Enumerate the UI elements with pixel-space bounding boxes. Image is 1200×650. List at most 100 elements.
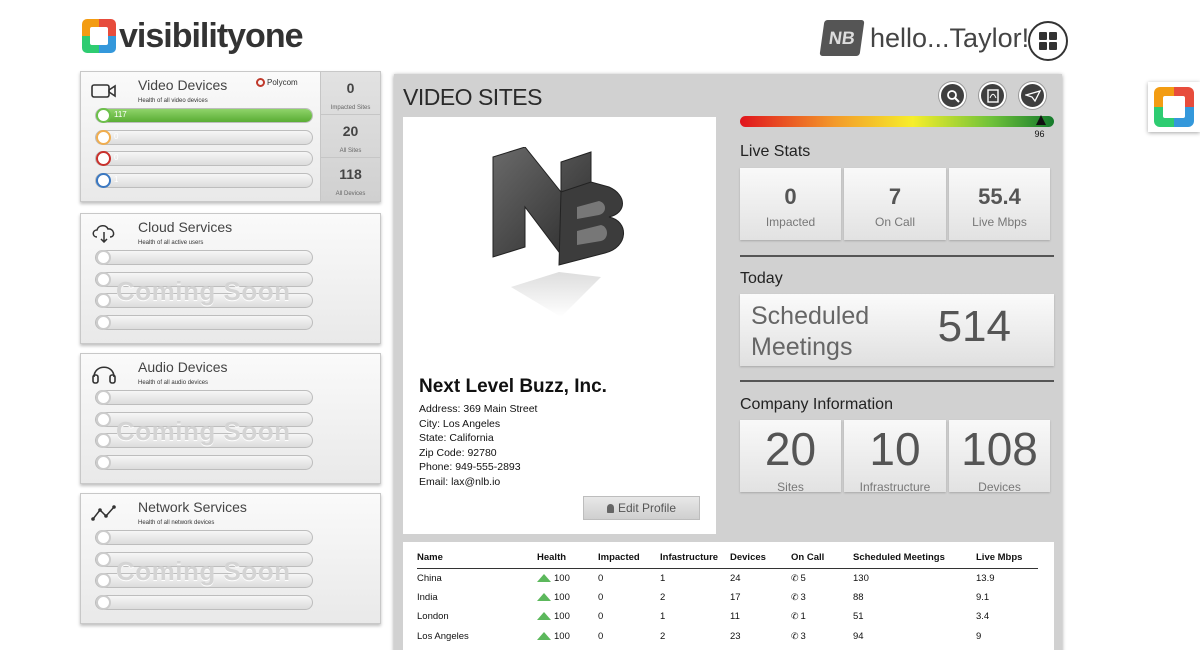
table-row[interactable]: China 100 0 1 24 ✆ 5 130 13.9 xyxy=(417,568,1038,588)
user-icon xyxy=(606,503,614,513)
col-header-devices[interactable]: Devices xyxy=(730,548,791,569)
video-devices-card[interactable]: Video Devices Health of all video device… xyxy=(80,71,381,202)
health-score-gradient xyxy=(740,116,1054,127)
video-sites-panel: VIDEO SITES Next Level Buzz, Inc. Addres… xyxy=(394,74,1062,650)
phone-icon: ✆ xyxy=(791,572,799,583)
coming-soon-label: Coming Soon xyxy=(116,416,291,446)
health-up-icon xyxy=(537,612,551,621)
divider xyxy=(740,255,1054,257)
company-address-block: Address: 369 Main Street City: Los Angel… xyxy=(419,402,537,490)
stat-all-devices[interactable]: 118 All Devices xyxy=(321,158,380,201)
col-header-scheduled-meetings[interactable]: Scheduled Meetings xyxy=(853,548,976,569)
scheduled-meetings-value: 514 xyxy=(937,302,1011,351)
network-graph-icon xyxy=(91,502,117,524)
logo-mark-icon xyxy=(82,19,116,53)
company-info-heading: Company Information xyxy=(740,396,893,413)
health-bar-value: 0 xyxy=(114,153,119,162)
health-score-value: 96 xyxy=(1034,129,1045,139)
card-subtitle: Health of all network devices xyxy=(138,520,215,526)
user-company-logo: NB xyxy=(819,20,865,56)
col-header-infrastructure[interactable]: Infastructure xyxy=(660,548,730,569)
stat-infrastructure[interactable]: 10 Infrastructure xyxy=(844,420,946,494)
col-header-on-call[interactable]: On Call xyxy=(791,548,853,569)
coming-soon-label: Coming Soon xyxy=(116,276,291,306)
stat-devices[interactable]: 108 Devices xyxy=(949,420,1050,494)
sites-table: Name Health Impacted Infastructure Devic… xyxy=(417,548,1038,646)
health-bar-blue[interactable]: 1 xyxy=(95,172,313,188)
side-launcher-widget[interactable] xyxy=(1148,82,1200,132)
card-title: Network Services xyxy=(138,499,247,515)
card-subtitle: Health of all video devices xyxy=(138,98,208,104)
apps-menu-button[interactable] xyxy=(1028,21,1068,61)
logo-text: visibilityone xyxy=(119,17,303,55)
dashboard-page: visibilityone NB hello...Taylor! Video D… xyxy=(0,0,1200,650)
stat-on-call[interactable]: 7 On Call xyxy=(844,168,946,240)
city-line: City: Los Angeles xyxy=(419,417,501,430)
health-bars: 117 0 0 1 xyxy=(95,108,313,194)
scheduled-meetings-label: Scheduled Meetings xyxy=(751,302,870,361)
app-logo[interactable]: visibilityone xyxy=(82,18,303,54)
sites-table-container: Name Health Impacted Infastructure Devic… xyxy=(403,542,1054,650)
cloud-services-card[interactable]: Cloud Services Health of all active user… xyxy=(80,213,381,344)
health-up-icon xyxy=(537,632,551,641)
phone-icon: ✆ xyxy=(791,631,799,642)
network-services-card[interactable]: Network Services Health of all network d… xyxy=(80,493,381,624)
edit-profile-label: Edit Profile xyxy=(617,501,677,515)
col-header-name[interactable]: Name xyxy=(417,548,537,569)
cloud-download-icon xyxy=(91,222,117,244)
zip-line: Zip Code: 92780 xyxy=(419,446,497,459)
health-up-icon xyxy=(537,573,551,582)
polycom-logo: Polycom xyxy=(256,78,298,87)
send-icon xyxy=(1024,89,1041,102)
stat-sites[interactable]: 20 Sites xyxy=(740,420,841,494)
table-row[interactable]: India 100 0 2 17 ✆ 3 88 9.1 xyxy=(417,588,1038,608)
col-header-live-mbps[interactable]: Live Mbps xyxy=(976,548,1038,569)
card-subtitle: Health of all active users xyxy=(138,240,204,246)
company-name: Next Level Buzz, Inc. xyxy=(419,376,607,397)
search-button[interactable] xyxy=(939,82,966,109)
health-bar-orange[interactable]: 0 xyxy=(95,129,313,145)
pdf-export-button[interactable] xyxy=(979,82,1006,109)
company-profile-card: Next Level Buzz, Inc. Address: 369 Main … xyxy=(403,117,716,534)
col-header-impacted[interactable]: Impacted xyxy=(598,548,660,569)
video-camera-icon xyxy=(91,80,117,102)
edit-profile-button[interactable]: Edit Profile xyxy=(583,496,700,520)
health-score-marker xyxy=(1036,115,1047,125)
card-title: Video Devices xyxy=(138,77,228,93)
health-up-icon xyxy=(537,592,551,601)
health-bar-red[interactable]: 0 xyxy=(95,151,313,166)
today-heading: Today xyxy=(740,270,783,287)
table-row[interactable]: London 100 0 1 11 ✆ 1 51 3.4 xyxy=(417,607,1038,627)
address-line: Address: 369 Main Street xyxy=(419,403,538,415)
greeting-text: hello...Taylor! xyxy=(870,22,1030,53)
company-logo xyxy=(491,146,631,317)
phone-line: Phone: 949-555-2893 xyxy=(419,461,521,474)
scheduled-meetings-box[interactable]: Scheduled Meetings 514 xyxy=(740,294,1054,366)
email-line: Email: lax@nlb.io xyxy=(419,475,501,488)
audio-devices-card[interactable]: Audio Devices Health of all audio device… xyxy=(80,353,381,484)
video-stats-column: 0 Impacted Sites 20 All Sites 118 All Devic… xyxy=(320,72,380,201)
health-bar-green[interactable]: 117 xyxy=(95,108,313,123)
divider xyxy=(740,380,1054,382)
page-title: VIDEO SITES xyxy=(403,84,542,110)
card-title: Audio Devices xyxy=(138,359,228,375)
table-header-row: Name Health Impacted Infastructure Devic… xyxy=(417,548,1038,569)
headphones-icon xyxy=(91,362,117,384)
state-line: State: California xyxy=(419,432,494,445)
table-row[interactable]: Los Angeles 100 0 2 23 ✆ 3 94 9 xyxy=(417,627,1038,647)
send-button[interactable] xyxy=(1019,82,1046,109)
user-greeting: NB hello...Taylor! xyxy=(819,20,1030,56)
col-header-health[interactable]: Health xyxy=(537,548,598,569)
health-bar-value: 1 xyxy=(114,174,119,184)
search-icon xyxy=(946,89,960,103)
stat-impacted[interactable]: 0 Impacted xyxy=(740,168,841,240)
stat-all-sites[interactable]: 20 All Sites xyxy=(321,115,380,158)
pdf-icon xyxy=(986,88,999,103)
phone-icon: ✆ xyxy=(791,611,799,622)
live-stats-heading: Live Stats xyxy=(740,143,811,160)
stat-impacted-sites[interactable]: 0 Impacted Sites xyxy=(321,72,380,115)
phone-icon: ✆ xyxy=(791,591,799,602)
coming-soon-label: Coming Soon xyxy=(116,556,291,586)
health-bar-value: 0 xyxy=(114,131,119,141)
stat-live-mbps[interactable]: 55.4 Live Mbps xyxy=(949,168,1050,240)
